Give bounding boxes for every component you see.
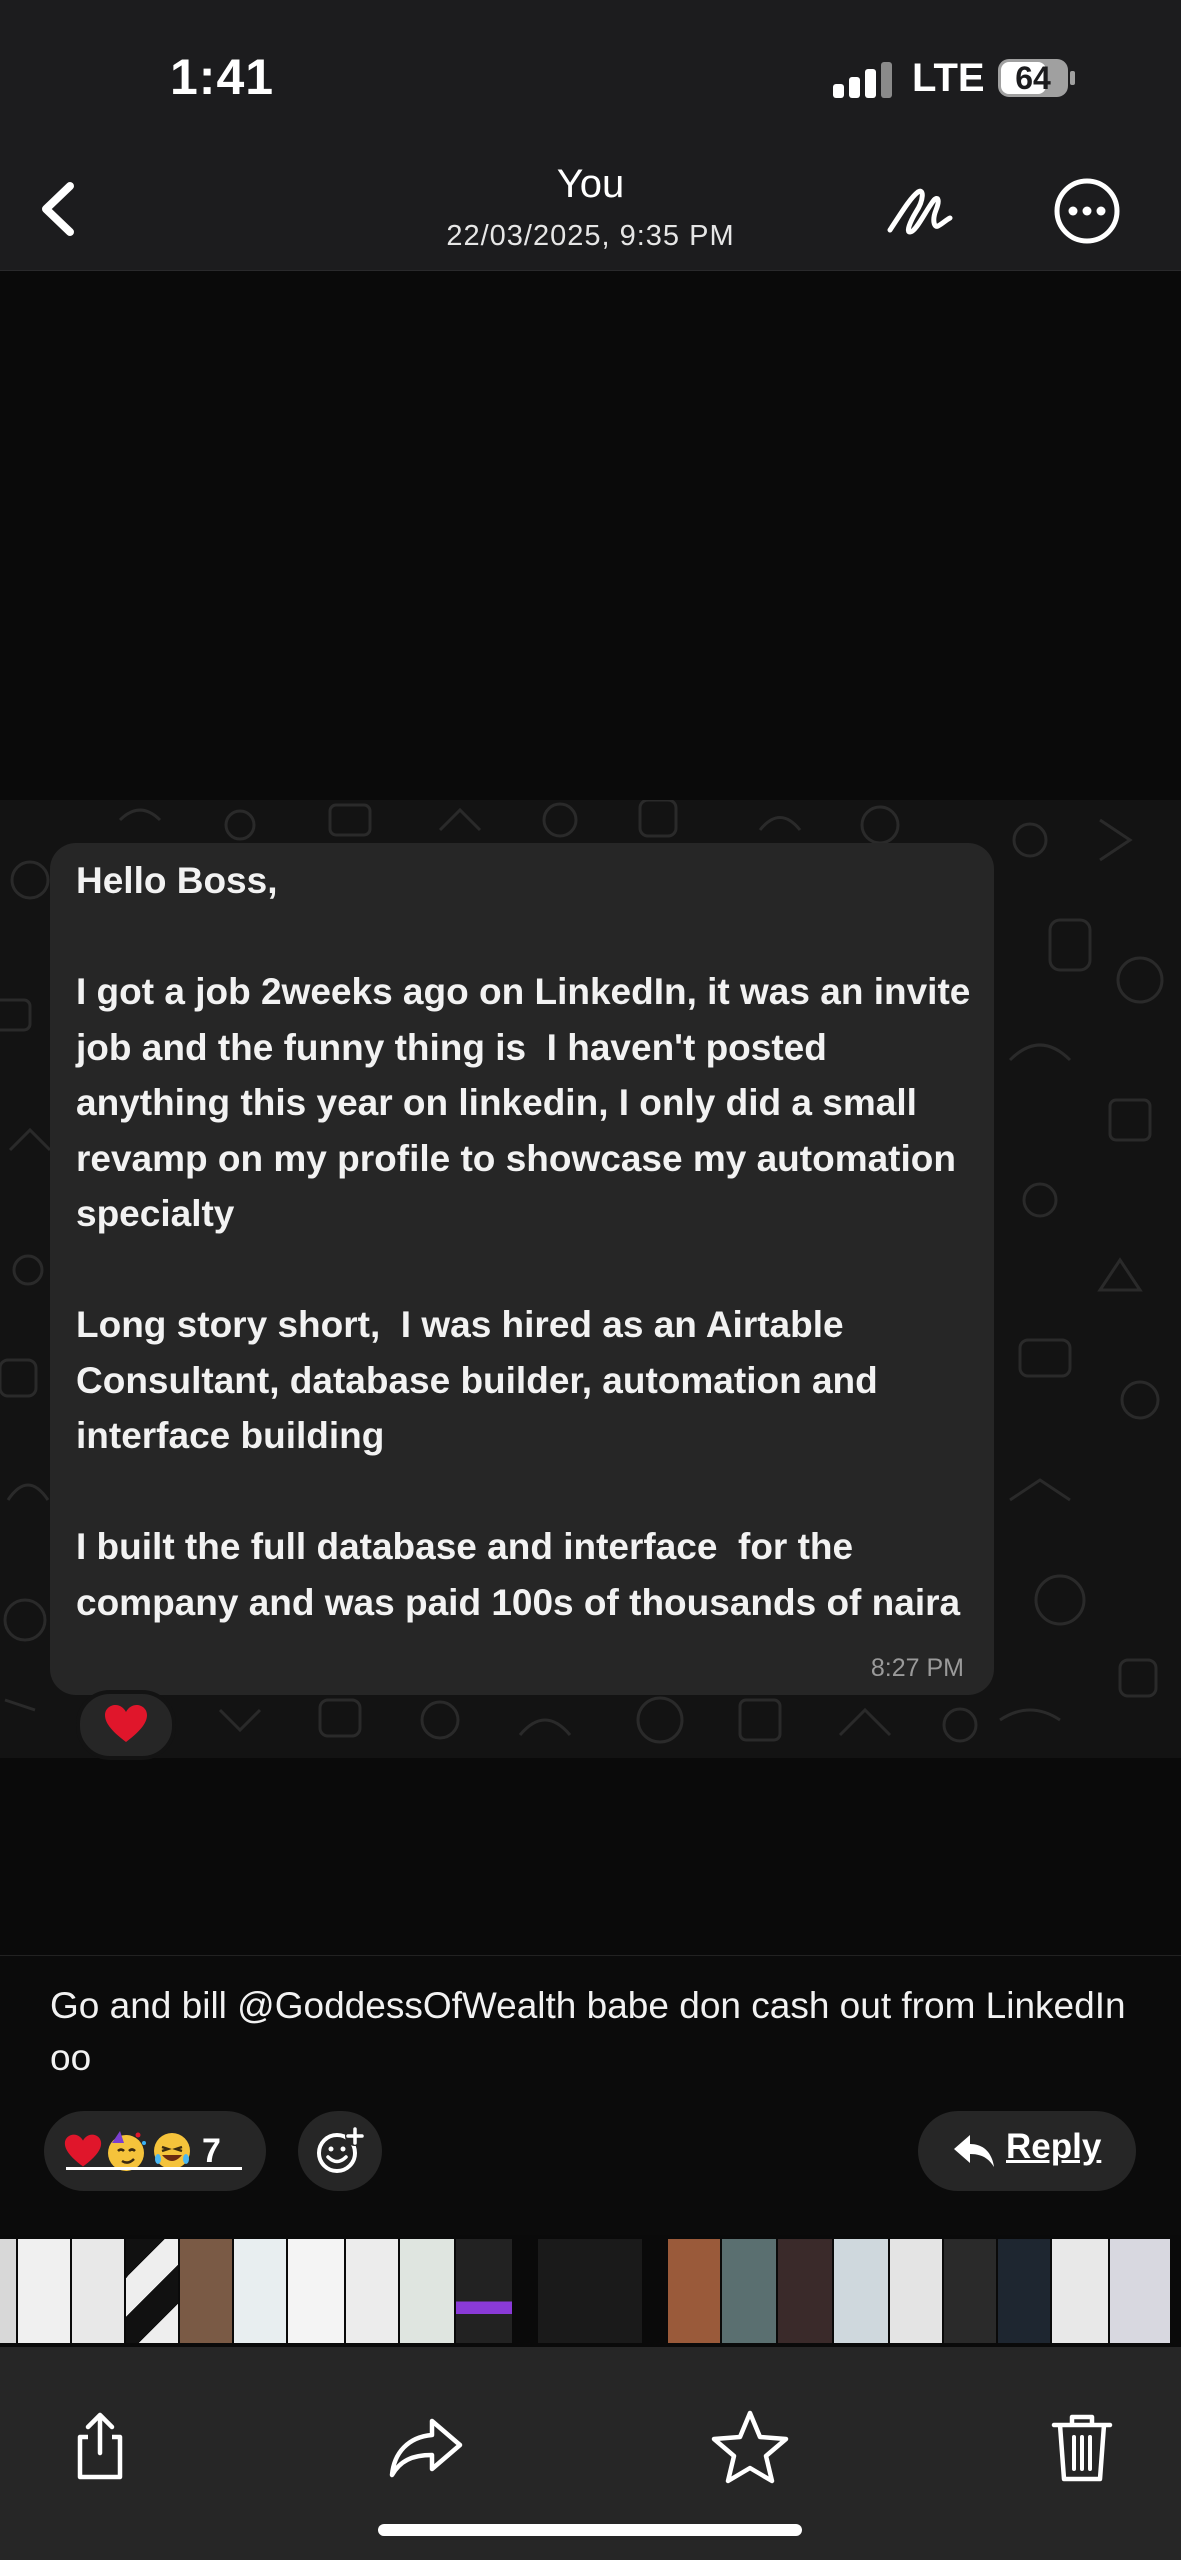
thumbnail[interactable] — [834, 2239, 888, 2343]
thumbnail[interactable] — [126, 2239, 178, 2343]
reactions-summary[interactable]: 7 — [44, 2111, 266, 2191]
battery-level: 64 — [1015, 60, 1051, 96]
star-icon[interactable] — [710, 2407, 790, 2487]
thumbnail[interactable] — [72, 2239, 124, 2343]
reaction-count: 7 — [202, 2131, 221, 2170]
markup-signature-icon[interactable] — [880, 170, 960, 250]
page-title: You — [556, 162, 625, 206]
thumbnail[interactable] — [180, 2239, 232, 2343]
heart-icon — [105, 1705, 147, 1742]
reply-arrow-icon — [954, 2135, 994, 2167]
thumbnail[interactable] — [538, 2239, 642, 2343]
thumbnail[interactable] — [346, 2239, 398, 2343]
thumbnail[interactable] — [944, 2239, 996, 2343]
thumbnail[interactable] — [778, 2239, 832, 2343]
message-text: Hello Boss, I got a job 2weeks ago on Li… — [76, 860, 971, 1623]
thumbnail[interactable] — [722, 2239, 776, 2343]
thumbnail[interactable] — [456, 2239, 512, 2343]
thumbnail[interactable] — [18, 2239, 70, 2343]
add-emoji-icon — [317, 2126, 365, 2173]
thumbnail-strip[interactable] — [0, 2235, 1181, 2347]
reply-button[interactable]: Reply — [918, 2111, 1136, 2191]
thumbnail[interactable] — [1052, 2239, 1108, 2343]
message-bubble[interactable]: Hello Boss, I got a job 2weeks ago on Li… — [50, 843, 994, 1695]
trash-icon[interactable] — [1042, 2407, 1122, 2487]
nav-bar: You 22/03/2025, 9:35 PM — [0, 150, 1181, 271]
battery-icon: 64 — [997, 58, 1077, 98]
network-label: LTE — [912, 56, 985, 100]
add-reaction-button[interactable] — [298, 2111, 382, 2191]
status-time: 1:41 — [170, 49, 275, 105]
home-indicator[interactable] — [378, 2524, 802, 2536]
signal-icon — [833, 62, 892, 98]
status-bar: 1:41 LTE 64 — [0, 0, 1181, 150]
reply-panel: Go and bill @GoddessOfWealth babe don ca… — [0, 1955, 1181, 2236]
reply-label: Reply — [1006, 2127, 1102, 2166]
thumbnail[interactable] — [400, 2239, 454, 2343]
thumbnail[interactable] — [998, 2239, 1050, 2343]
reply-text: Go and bill @GoddessOfWealth babe don ca… — [50, 1985, 1126, 2078]
message-reaction[interactable] — [76, 1690, 176, 1760]
heart-icon — [64, 2134, 102, 2167]
thumbnail[interactable] — [1110, 2239, 1170, 2343]
share-icon[interactable] — [60, 2407, 140, 2487]
thumbnail[interactable] — [890, 2239, 942, 2343]
forward-icon[interactable] — [386, 2407, 466, 2487]
thumbnail[interactable] — [0, 2239, 16, 2343]
message-time: 8:27 PM — [870, 1654, 964, 1682]
thumbnail[interactable] — [668, 2239, 720, 2343]
message-date: 22/03/2025, 9:35 PM — [446, 220, 735, 252]
reactions-underline — [66, 2167, 242, 2170]
thumbnail[interactable] — [234, 2239, 286, 2343]
thumbnail[interactable] — [288, 2239, 344, 2343]
ellipsis-circle-icon[interactable] — [1052, 176, 1122, 246]
